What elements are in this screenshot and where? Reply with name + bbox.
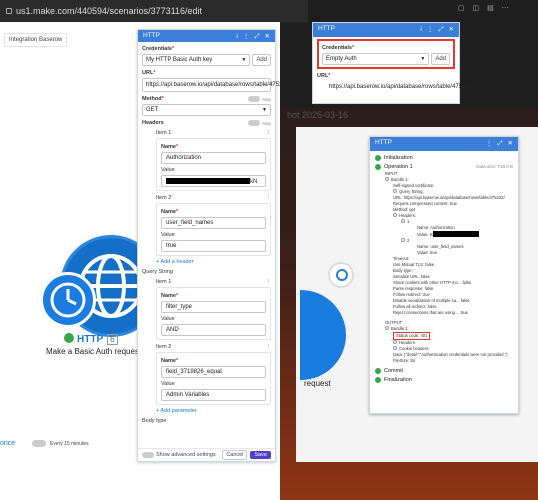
redacted-block (166, 178, 250, 184)
close-icon[interactable]: ✕ (265, 33, 270, 40)
cancel-button[interactable]: Cancel (222, 450, 248, 460)
panel-title: HTTP (318, 25, 335, 32)
module-name: HTTP (77, 334, 104, 345)
log-commit[interactable]: Commit (375, 366, 513, 375)
log-line: Headers: (399, 213, 416, 218)
name-label: Name* (161, 293, 179, 299)
credentials-select[interactable]: My HTTP Basic Auth key ▼ (142, 54, 251, 66)
url-text: us1.make.com/440594/scenarios/3773116/ed… (16, 6, 202, 16)
expand-icon: ⤢ (497, 140, 503, 147)
add-credentials-button[interactable]: Add (431, 53, 450, 65)
query-2-name-input[interactable]: field_3719826_equal (161, 366, 266, 378)
value-label: Value (161, 232, 175, 238)
redacted-block (433, 231, 480, 237)
value-label: Value (161, 167, 175, 173)
headers-label: Headers Map (142, 120, 271, 126)
log-initialization[interactable]: Initialization (375, 153, 513, 162)
add-parameter-button[interactable]: + Add parameter (156, 408, 271, 414)
info-icon: i (420, 26, 422, 33)
search-icon[interactable] (328, 262, 354, 288)
run-once-button[interactable]: once (0, 440, 15, 447)
panel-footer: Show advanced settings Cancel Save (138, 448, 275, 461)
more-icon: ⋮ (426, 26, 434, 33)
url-field[interactable]: https://api.baserow.io/api/database/rows… (142, 78, 291, 92)
panel-title: HTTP (143, 32, 160, 39)
status-code-highlight: Status code: 401 (393, 332, 431, 340)
panel-header: HTTP i ⋮ ⤢ ✕ (138, 30, 275, 42)
log-operation-1[interactable]: Operation 1 Data size: 718.0 B (375, 162, 513, 171)
save-button[interactable]: Save (250, 451, 271, 459)
log-line: Reject connections that are using ... tr… (393, 310, 468, 315)
credentials-select[interactable]: Empty Auth ▼ (322, 53, 430, 65)
panel-title: HTTP (375, 139, 392, 146)
close-icon: ✕ (448, 26, 454, 33)
add-credentials-button[interactable]: Add (252, 54, 271, 66)
data-size: Data size: 718.0 B (476, 164, 513, 169)
more-icon[interactable]: ⋮ (243, 33, 250, 40)
integration-tag[interactable]: Integration Baserow (4, 33, 68, 47)
chevron-down-icon: ▼ (241, 57, 247, 63)
schedule-toggle[interactable] (32, 440, 46, 447)
success-icon (64, 333, 74, 343)
close-icon: ✕ (507, 140, 513, 147)
execution-log-panel: HTTP ⋮ ⤢ ✕ Initialization Operation 1 Data … (369, 136, 519, 414)
log-line: Query String: (399, 189, 424, 194)
query-2-value-input[interactable]: Admin Variables (161, 389, 266, 401)
header-2-value-input[interactable]: true (161, 240, 266, 252)
url-label: URL* (142, 70, 156, 76)
panel-header: HTTP ⋮ ⤢ ✕ (370, 137, 518, 151)
module-title: HTTP 6 (64, 333, 118, 345)
header-1-name-input[interactable]: Authorization (161, 152, 266, 164)
url-field[interactable]: https://api.baserow.io/api/database/rows… (317, 81, 474, 93)
name-label: Name* (161, 209, 179, 215)
log-line: FileSize: 58 (393, 358, 415, 363)
credentials-highlight: Credentials* Empty Auth ▼ Add (317, 39, 455, 69)
http-settings-panel: HTTP i ⋮ ⤢ ✕ Credentials* My HTTP Basic Aut… (137, 29, 291, 462)
query-1-name-input[interactable]: filter_type (161, 301, 266, 313)
http-settings-zoom: HTTP i ⋮ ⤢ ✕ Credentials* Empty Auth ▼ Add U… (312, 22, 474, 104)
query-1-value-input[interactable]: AND (161, 324, 266, 336)
name-label: Name* (161, 358, 179, 364)
address-bar[interactable]: us1.make.com/440594/scenarios/3773116/ed… (0, 0, 308, 22)
method-select[interactable]: GET ▼ (142, 104, 271, 116)
name-label: Name* (161, 144, 179, 150)
log-line: Cookie headers: (399, 346, 430, 351)
query-item-2[interactable]: Item 2 ⋮ (156, 344, 271, 350)
clock-badge-icon (40, 272, 96, 328)
query-item-1[interactable]: Item 1 ⋮ (156, 279, 271, 285)
value-label: Value (161, 381, 175, 387)
header-item-2[interactable]: Item 2 ⋮ (156, 195, 271, 201)
info-icon[interactable]: i (236, 33, 237, 40)
url-label: URL* (317, 73, 331, 79)
credentials-label: Credentials* (322, 45, 355, 51)
lock-icon (6, 8, 12, 14)
query-string-label: Query String (142, 269, 173, 275)
log-line: Headers: (399, 340, 416, 345)
add-header-button[interactable]: + Add a header (156, 259, 271, 265)
window-title-fragment: hot 2025-03-16 (287, 110, 349, 120)
header-item-1[interactable]: Item 1 ⋮ (156, 130, 271, 136)
module-subtitle: Make a Basic Auth request (46, 347, 142, 356)
header-1-value-input[interactable]: kN (161, 175, 266, 187)
header-2-name-input[interactable]: user_field_names (161, 217, 266, 229)
expand-icon[interactable]: ⤢ (254, 33, 259, 40)
toolbar-icons: ▢ ◫ ▤ ⋯ (458, 5, 512, 12)
expand-icon: ⤢ (438, 26, 444, 33)
credentials-label: Credentials* (142, 46, 175, 52)
value-label: Value (161, 316, 175, 322)
log-line: Value: Ki (417, 232, 434, 237)
more-icon: ⋮ (485, 140, 493, 147)
schedule-label: Every 15 minutes (50, 441, 89, 447)
log-finalization[interactable]: Finalization (375, 375, 513, 384)
show-advanced-label: Show advanced settings (156, 452, 216, 458)
method-label: Method* Map (142, 96, 271, 102)
panel-header: HTTP i ⋮ ⤢ ✕ (313, 23, 459, 37)
advanced-toggle[interactable] (142, 452, 154, 458)
module-number: 6 (107, 334, 118, 345)
body-type-label: Body type (142, 418, 167, 424)
module-subtitle-fragment: request (304, 379, 331, 388)
